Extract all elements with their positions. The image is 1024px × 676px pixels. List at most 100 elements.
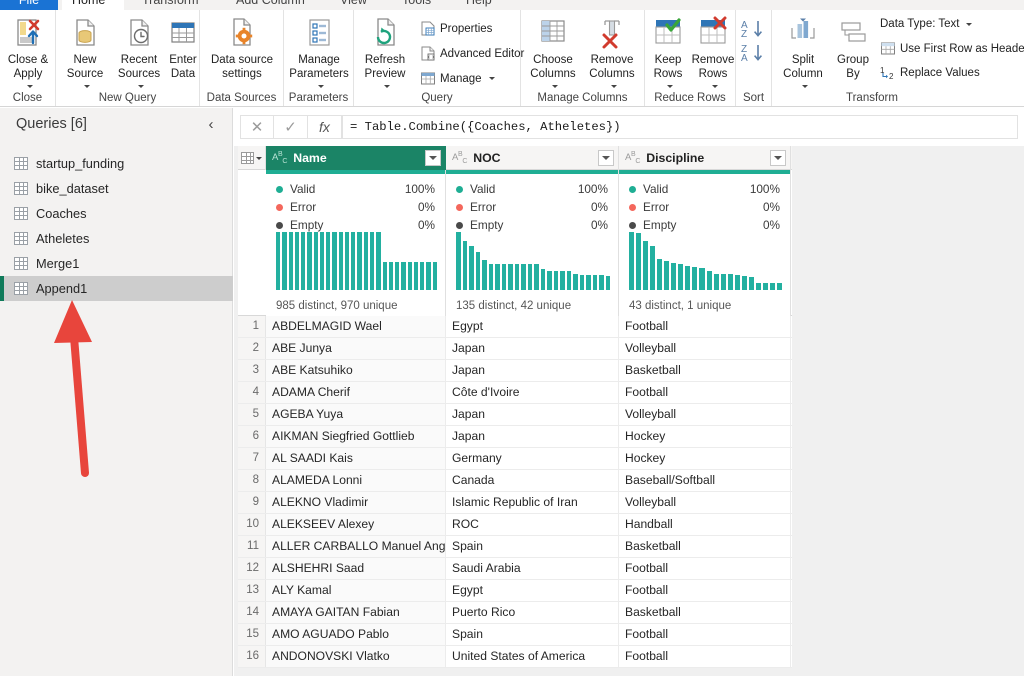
- cell-discipline[interactable]: Volleyball: [619, 404, 791, 425]
- ribbon-tab-transform[interactable]: Transform: [132, 0, 218, 10]
- chevron-down-icon[interactable]: [610, 85, 617, 89]
- column-header-name[interactable]: ABC Name: [266, 146, 446, 170]
- table-row[interactable]: 9 ALEKNO Vladimir Islamic Republic of Iran…: [238, 492, 792, 514]
- cell-noc[interactable]: Spain: [446, 536, 619, 557]
- chevron-down-icon[interactable]: [256, 156, 262, 160]
- data-type-button[interactable]: Data Type: Text: [880, 17, 973, 31]
- table-row[interactable]: 2 ABE Junya Japan Volleyball: [238, 338, 792, 360]
- query-item-merge1[interactable]: Merge1: [0, 251, 233, 276]
- table-row[interactable]: 16 ANDONOVSKI Vlatko United States of Amer…: [238, 646, 792, 668]
- table-row[interactable]: 6 AIKMAN Siegfried Gottlieb Japan Hockey: [238, 426, 792, 448]
- cell-discipline[interactable]: Football: [619, 580, 791, 601]
- chevron-down-icon[interactable]: [137, 85, 144, 89]
- table-row[interactable]: 13 ALY Kamal Egypt Football: [238, 580, 792, 602]
- cell-noc[interactable]: Japan: [446, 426, 619, 447]
- cell-noc[interactable]: United States of America: [446, 646, 619, 667]
- sort-ascending-button[interactable]: A Z: [740, 18, 766, 43]
- table-row[interactable]: 14 AMAYA GAITAN Fabian Puerto Rico Basketba…: [238, 602, 792, 624]
- chevron-down-icon[interactable]: [711, 85, 718, 89]
- ribbon-tab-view[interactable]: View: [330, 0, 384, 10]
- cell-noc[interactable]: Spain: [446, 624, 619, 645]
- column-header-noc[interactable]: ABC NOC: [446, 146, 619, 170]
- enter-data-button[interactable]: Enter Data: [166, 14, 200, 81]
- table-row[interactable]: 11 ALLER CARBALLO Manuel Angel Spain Basket…: [238, 536, 792, 558]
- query-item-startup_funding[interactable]: startup_funding: [0, 151, 233, 176]
- collapse-pane-icon[interactable]: ‹: [202, 116, 220, 134]
- cell-name[interactable]: ALLER CARBALLO Manuel Angel: [266, 536, 446, 557]
- cell-discipline[interactable]: Volleyball: [619, 492, 791, 513]
- split-column-button[interactable]: Split Column: [774, 14, 832, 95]
- query-item-coaches[interactable]: Coaches: [0, 201, 233, 226]
- recent-sources-button[interactable]: Recent Sources: [112, 14, 166, 95]
- table-row[interactable]: 8 ALAMEDA Lonni Canada Baseball/Softball: [238, 470, 792, 492]
- cell-name[interactable]: ALAMEDA Lonni: [266, 470, 446, 491]
- column-filter-button[interactable]: [598, 150, 614, 166]
- cell-noc[interactable]: Japan: [446, 338, 619, 359]
- use-first-row-as-headers-button[interactable]: Use First Row as Headers: [880, 41, 1024, 56]
- sort-descending-button[interactable]: Z A: [740, 42, 766, 67]
- cell-noc[interactable]: ROC: [446, 514, 619, 535]
- cell-discipline[interactable]: Basketball: [619, 360, 791, 381]
- formula-cancel-button[interactable]: ✕: [240, 115, 274, 139]
- chevron-down-icon[interactable]: [551, 85, 558, 89]
- ribbon-tab-file[interactable]: File: [0, 0, 58, 10]
- cell-noc[interactable]: Japan: [446, 404, 619, 425]
- cell-name[interactable]: AGEBA Yuya: [266, 404, 446, 425]
- insert-function-icon[interactable]: fx: [308, 115, 342, 139]
- cell-discipline[interactable]: Handball: [619, 514, 791, 535]
- remove-columns-button[interactable]: Remove Columns: [583, 14, 641, 95]
- select-all-columns-button[interactable]: [238, 146, 266, 170]
- cell-name[interactable]: ANDONOVSKI Vlatko: [266, 646, 446, 667]
- ribbon-tab-tools[interactable]: Tools: [392, 0, 448, 10]
- cell-noc[interactable]: Côte d'Ivoire: [446, 382, 619, 403]
- cell-noc[interactable]: Islamic Republic of Iran: [446, 492, 619, 513]
- query-item-atheletes[interactable]: Atheletes: [0, 226, 233, 251]
- cell-noc[interactable]: Germany: [446, 448, 619, 469]
- chevron-down-icon[interactable]: [26, 85, 33, 89]
- cell-discipline[interactable]: Basketball: [619, 602, 791, 623]
- remove-rows-button[interactable]: Remove Rows: [691, 14, 735, 95]
- cell-discipline[interactable]: Baseball/Softball: [619, 470, 791, 491]
- cell-discipline[interactable]: Football: [619, 624, 791, 645]
- table-row[interactable]: 1 ABDELMAGID Wael Egypt Football: [238, 316, 792, 338]
- cell-name[interactable]: ADAMA Cherif: [266, 382, 446, 403]
- query-item-bike_dataset[interactable]: bike_dataset: [0, 176, 233, 201]
- formula-confirm-button[interactable]: ✓: [274, 115, 308, 139]
- cell-name[interactable]: AMO AGUADO Pablo: [266, 624, 446, 645]
- query-item-append1[interactable]: Append1: [0, 276, 233, 301]
- table-row[interactable]: 12 ALSHEHRI Saad Saudi Arabia Football: [238, 558, 792, 580]
- close-and-apply-button[interactable]: Close & Apply: [2, 14, 54, 95]
- table-row[interactable]: 10 ALEKSEEV Alexey ROC Handball: [238, 514, 792, 536]
- properties-button[interactable]: Properties: [420, 21, 492, 36]
- cell-noc[interactable]: Puerto Rico: [446, 602, 619, 623]
- manage-parameters-button[interactable]: Manage Parameters: [286, 14, 352, 95]
- cell-discipline[interactable]: Basketball: [619, 536, 791, 557]
- ribbon-tab-home[interactable]: Home: [62, 0, 124, 10]
- cell-name[interactable]: AL SAADI Kais: [266, 448, 446, 469]
- table-row[interactable]: 15 AMO AGUADO Pablo Spain Football: [238, 624, 792, 646]
- cell-discipline[interactable]: Football: [619, 558, 791, 579]
- cell-discipline[interactable]: Hockey: [619, 426, 791, 447]
- new-source-button[interactable]: New Source: [58, 14, 112, 95]
- cell-discipline[interactable]: Football: [619, 646, 791, 667]
- cell-name[interactable]: ALSHEHRI Saad: [266, 558, 446, 579]
- table-row[interactable]: 7 AL SAADI Kais Germany Hockey: [238, 448, 792, 470]
- manage-button[interactable]: Manage: [420, 71, 495, 86]
- cell-discipline[interactable]: Hockey: [619, 448, 791, 469]
- refresh-preview-button[interactable]: Refresh Preview: [356, 14, 414, 95]
- chevron-down-icon[interactable]: [317, 85, 324, 89]
- cell-noc[interactable]: Egypt: [446, 316, 619, 337]
- cell-discipline[interactable]: Football: [619, 316, 791, 337]
- advanced-editor-button[interactable]: Advanced Editor: [420, 46, 524, 61]
- column-filter-button[interactable]: [770, 150, 786, 166]
- cell-name[interactable]: ABE Junya: [266, 338, 446, 359]
- group-by-button[interactable]: Group By: [832, 14, 874, 81]
- cell-name[interactable]: ALEKNO Vladimir: [266, 492, 446, 513]
- table-row[interactable]: 3 ABE Katsuhiko Japan Basketball: [238, 360, 792, 382]
- ribbon-tab-help[interactable]: Help: [456, 0, 508, 10]
- chevron-down-icon[interactable]: [666, 85, 673, 89]
- chevron-down-icon[interactable]: [801, 85, 808, 89]
- cell-name[interactable]: ALEKSEEV Alexey: [266, 514, 446, 535]
- table-row[interactable]: 5 AGEBA Yuya Japan Volleyball: [238, 404, 792, 426]
- column-header-discipline[interactable]: ABC Discipline: [619, 146, 791, 170]
